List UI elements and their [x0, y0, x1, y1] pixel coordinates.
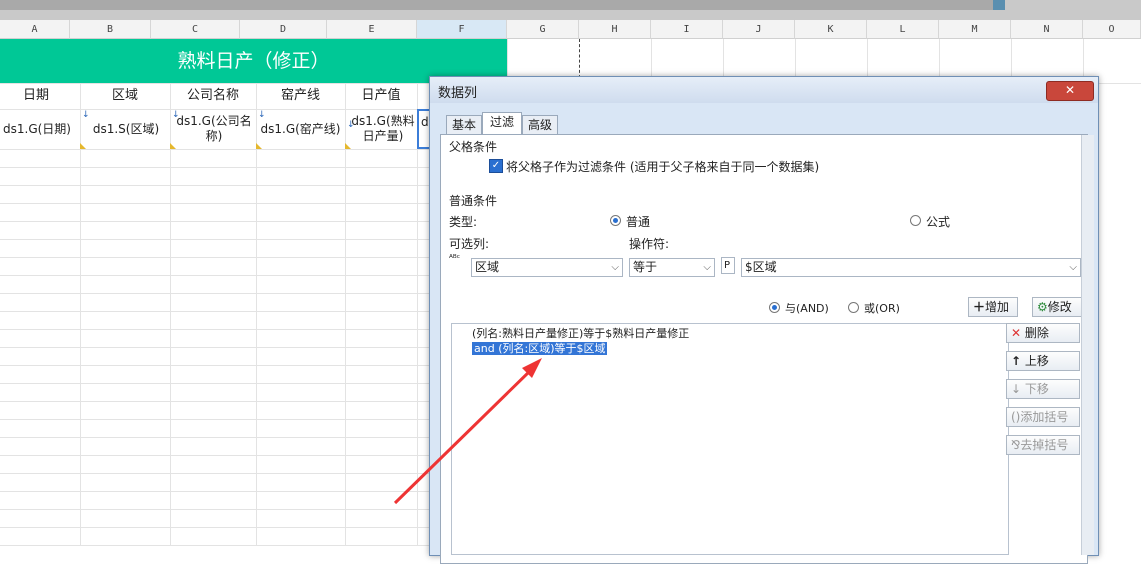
annotation-arrow [393, 358, 542, 505]
